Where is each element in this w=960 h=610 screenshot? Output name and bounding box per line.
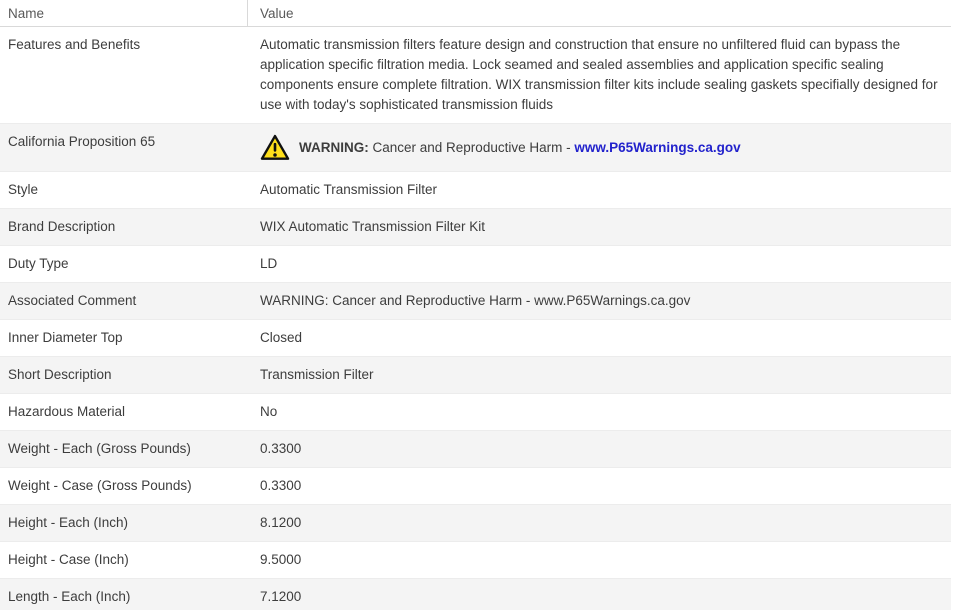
spec-name-cell: Inner Diameter Top (8, 330, 123, 345)
spec-value-cell: 0.3300 (260, 441, 302, 456)
spec-value-cell: LD (260, 256, 278, 271)
spec-value-cell: WIX Automatic Transmission Filter Kit (260, 219, 486, 234)
spec-row: Height - Case (Inch) 9.5000 (0, 542, 951, 579)
spec-name-cell: Hazardous Material (8, 404, 126, 419)
spec-name-cell: Length - Each (Inch) (8, 589, 131, 604)
spec-name-cell: Weight - Each (Gross Pounds) (8, 441, 191, 456)
spec-row: Style Automatic Transmission Filter (0, 172, 951, 209)
spec-row: Features and Benefits Automatic transmiss… (0, 27, 951, 124)
warning-label: WARNING: (299, 139, 369, 155)
spec-value-cell: Automatic transmission filters feature d… (260, 37, 938, 112)
spec-row: Duty Type LD (0, 246, 951, 283)
spec-row: Associated Comment WARNING: Cancer and Re… (0, 283, 951, 320)
spec-name-cell: Brand Description (8, 219, 116, 234)
spec-value-cell: Closed (260, 330, 303, 345)
product-spec-table: Name Value Features and Benefits Automati… (0, 0, 951, 610)
spec-row: Length - Each (Inch) 7.1200 (0, 579, 951, 610)
warning-triangle-icon (260, 134, 290, 161)
spec-value-cell: WARNING: Cancer and Reproductive Harm - … (260, 293, 691, 308)
spec-name-cell: Duty Type (8, 256, 69, 271)
spec-value-cell: 8.1200 (260, 515, 302, 530)
spec-row: Weight - Case (Gross Pounds) 0.3300 (0, 468, 951, 505)
spec-row: Hazardous Material No (0, 394, 951, 431)
spec-name-cell: Style (8, 182, 39, 197)
column-header-value: Value (260, 5, 294, 21)
spec-value-cell: 0.3300 (260, 478, 302, 493)
spec-name-cell: California Proposition 65 (8, 134, 156, 149)
spec-value-cell: 7.1200 (260, 589, 302, 604)
spec-value-cell: No (260, 404, 278, 419)
column-header-name: Name (0, 0, 248, 26)
p65-warning-text: WARNING: Cancer and Reproductive Harm - … (299, 139, 741, 155)
spec-value-cell: WARNING: Cancer and Reproductive Harm - … (248, 124, 951, 171)
spec-row: Weight - Each (Gross Pounds) 0.3300 (0, 431, 951, 468)
table-header-row: Name Value (0, 0, 951, 27)
spec-name-cell: Height - Each (Inch) (8, 515, 129, 530)
spec-row: Brand Description WIX Automatic Transmiss… (0, 209, 951, 246)
spec-row: Short Description Transmission Filter (0, 357, 951, 394)
spec-name-cell: Height - Case (Inch) (8, 552, 129, 567)
p65-warnings-link[interactable]: www.P65Warnings.ca.gov (574, 140, 740, 155)
spec-name-cell: Features and Benefits (8, 37, 141, 52)
spec-name-cell: Associated Comment (8, 293, 137, 308)
spec-row: California Proposition 65 WARNING: Cancer… (0, 124, 951, 172)
table-body: Features and Benefits Automatic transmiss… (0, 27, 951, 610)
spec-row: Inner Diameter Top Closed (0, 320, 951, 357)
spec-value-cell: 9.5000 (260, 552, 302, 567)
spec-value-cell: Automatic Transmission Filter (260, 182, 438, 197)
spec-value-cell: Transmission Filter (260, 367, 374, 382)
spec-name-cell: Short Description (8, 367, 112, 382)
spec-row: Height - Each (Inch) 8.1200 (0, 505, 951, 542)
spec-name-cell: Weight - Case (Gross Pounds) (8, 478, 192, 493)
